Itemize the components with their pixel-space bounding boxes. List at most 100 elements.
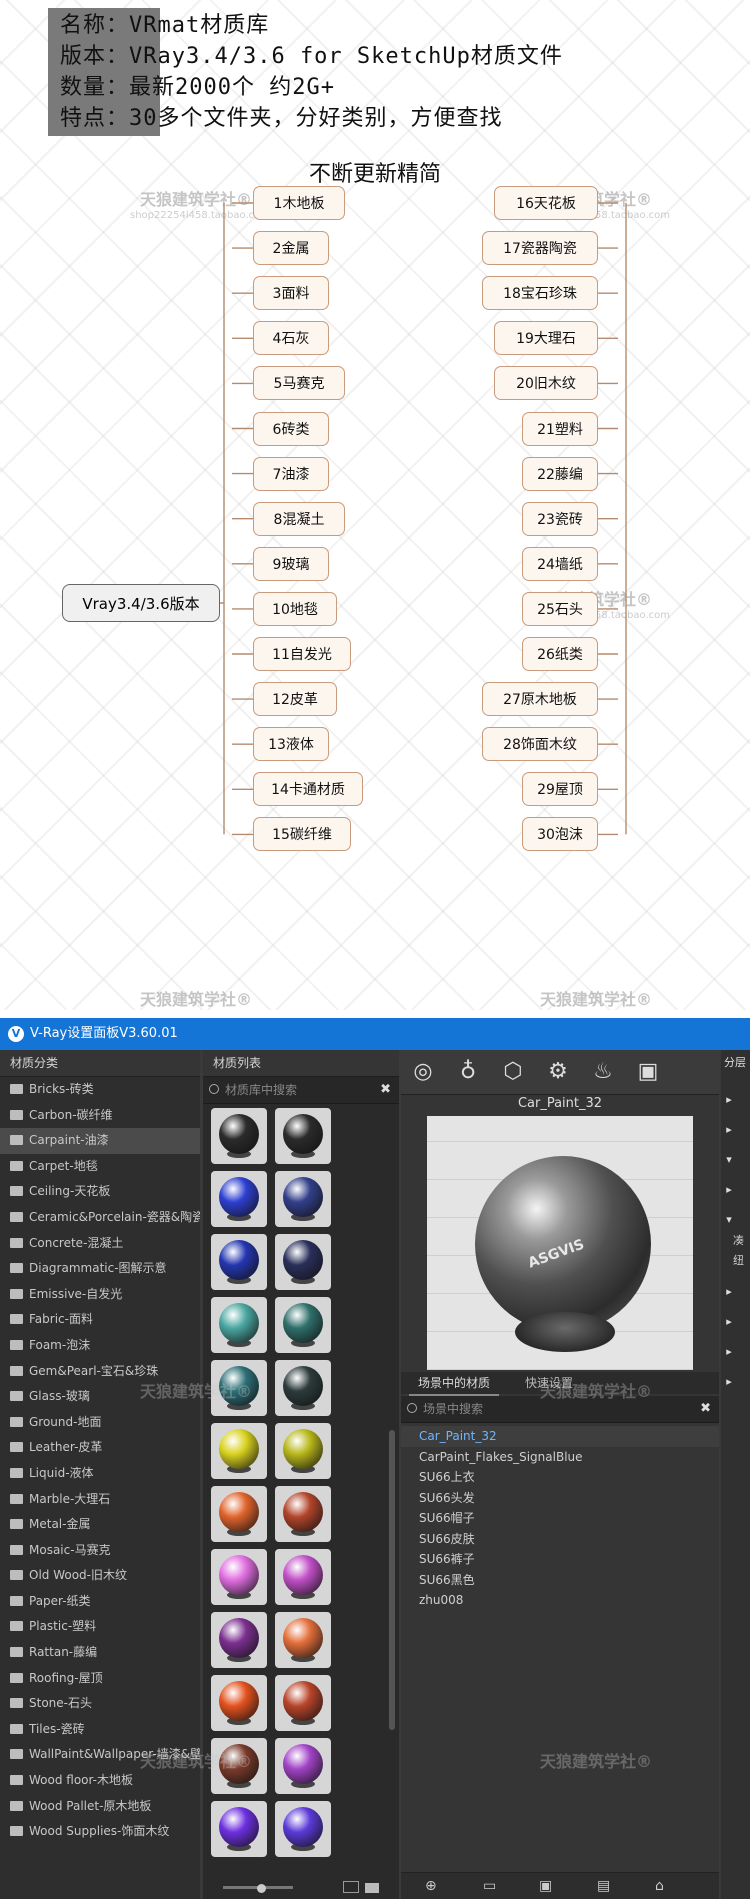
layer-header: 分层: [724, 1056, 746, 1069]
material-swatch[interactable]: [275, 1234, 331, 1290]
material-swatch[interactable]: [275, 1486, 331, 1542]
material-swatch[interactable]: [211, 1612, 267, 1668]
mindmap-node-left: 10地毯: [253, 591, 337, 626]
category-item[interactable]: Emissive-自发光: [0, 1282, 200, 1308]
list-view-icon[interactable]: [343, 1881, 359, 1893]
material-swatch[interactable]: [211, 1423, 267, 1479]
category-item[interactable]: Metal-金属: [0, 1512, 200, 1538]
category-item[interactable]: Foam-泡沫: [0, 1333, 200, 1359]
material-swatch[interactable]: [275, 1171, 331, 1227]
category-item[interactable]: Old Wood-旧木纹: [0, 1563, 200, 1589]
material-list-scrollbar[interactable]: [389, 1430, 395, 1730]
expand-arrow-icon[interactable]: ▸: [721, 1312, 737, 1332]
category-item[interactable]: Fabric-面料: [0, 1307, 200, 1333]
material-swatch[interactable]: [211, 1675, 267, 1731]
material-swatch[interactable]: [211, 1297, 267, 1353]
material-swatch[interactable]: [275, 1549, 331, 1605]
grid-view-icon[interactable]: [365, 1883, 379, 1893]
material-swatch[interactable]: [275, 1801, 331, 1857]
geometry-icon[interactable]: ⬡: [495, 1054, 531, 1090]
scene-material-item[interactable]: zhu008: [401, 1590, 719, 1611]
material-swatch[interactable]: [275, 1360, 331, 1416]
expand-arrow-icon[interactable]: ▸: [721, 1282, 737, 1302]
settings-icon[interactable]: ⚙: [540, 1054, 576, 1090]
expand-arrow-icon[interactable]: ▸: [721, 1342, 737, 1362]
scene-material-item[interactable]: Car_Paint_32: [401, 1426, 719, 1447]
category-label: Carpet-地毯: [29, 1158, 98, 1173]
expand-arrow-icon[interactable]: ▸: [721, 1180, 737, 1200]
open-folder-icon[interactable]: ▭: [483, 1878, 496, 1894]
material-swatch[interactable]: [211, 1549, 267, 1605]
category-item[interactable]: Roofing-屋顶: [0, 1666, 200, 1692]
expand-arrow-icon[interactable]: ▸: [721, 1372, 737, 1392]
expand-arrow-icon[interactable]: ▸: [721, 1090, 737, 1110]
render-window-icon[interactable]: ▣: [630, 1054, 666, 1090]
folder-icon: [10, 1288, 23, 1299]
save-icon[interactable]: ▣: [539, 1878, 552, 1894]
category-item[interactable]: Mosaic-马赛克: [0, 1538, 200, 1564]
mindmap-node-left: 2金属: [253, 231, 329, 266]
material-swatch[interactable]: [275, 1675, 331, 1731]
material-swatch[interactable]: [211, 1108, 267, 1164]
swatch-sphere: [283, 1807, 323, 1847]
category-item[interactable]: Leather-皮革: [0, 1435, 200, 1461]
category-item[interactable]: Wood Pallet-原木地板: [0, 1794, 200, 1820]
category-item[interactable]: Ceramic&Porcelain-瓷器&陶瓷: [0, 1205, 200, 1231]
clear-scene-search-icon[interactable]: ✖: [700, 1396, 711, 1422]
folder-icon: [10, 1749, 23, 1760]
mindmap: Vray3.4/3.6版本 1木地板 2金属 3面料 4石灰 5马赛克 6砖类 7油漆 8混凝…: [0, 0, 750, 1010]
material-swatch[interactable]: [275, 1612, 331, 1668]
category-item[interactable]: Ground-地面: [0, 1410, 200, 1436]
scene-material-item[interactable]: SU66上衣: [401, 1467, 719, 1488]
material-swatch[interactable]: [275, 1297, 331, 1353]
category-item[interactable]: Liquid-液体: [0, 1461, 200, 1487]
folder-icon: [10, 1314, 23, 1325]
expand-arrow-icon[interactable]: ▸: [721, 1120, 737, 1140]
add-material-icon[interactable]: ⊕: [425, 1878, 437, 1894]
scene-material-item[interactable]: SU66头发: [401, 1488, 719, 1509]
scene-material-item[interactable]: CarPaint_Flakes_SignalBlue: [401, 1447, 719, 1468]
folder-icon: [10, 1723, 23, 1734]
folder-icon: [10, 1365, 23, 1376]
scene-material-item[interactable]: SU66黑色: [401, 1570, 719, 1591]
scene-material-item[interactable]: SU66裤子: [401, 1549, 719, 1570]
sphere-icon[interactable]: ◎: [405, 1054, 441, 1090]
material-swatch[interactable]: [275, 1108, 331, 1164]
category-item[interactable]: Bricks-砖类: [0, 1077, 200, 1103]
delete-icon[interactable]: ▤: [597, 1878, 610, 1894]
material-swatch[interactable]: [211, 1801, 267, 1857]
category-item[interactable]: Tiles-瓷砖: [0, 1717, 200, 1743]
material-swatch[interactable]: [211, 1234, 267, 1290]
teapot-icon[interactable]: ♨: [585, 1054, 621, 1090]
collapse-arrow-icon[interactable]: ▾: [721, 1210, 737, 1230]
category-item[interactable]: Stone-石头: [0, 1691, 200, 1717]
collapse-arrow-icon[interactable]: ▾: [721, 1150, 737, 1170]
category-item[interactable]: Wood Supplies-饰面木纹: [0, 1819, 200, 1845]
category-item[interactable]: Carbon-碳纤维: [0, 1103, 200, 1129]
category-item[interactable]: Ceiling-天花板: [0, 1179, 200, 1205]
category-item[interactable]: Plastic-塑料: [0, 1614, 200, 1640]
material-search-input[interactable]: 材质库中搜索 ✖: [203, 1077, 399, 1104]
category-item[interactable]: Paper-纸类: [0, 1589, 200, 1615]
category-item[interactable]: Carpet-地毯: [0, 1154, 200, 1180]
watermark-brand: 天狼建筑学社®: [540, 1752, 653, 1771]
category-label: Leather-皮革: [29, 1440, 103, 1455]
tab-scene-materials[interactable]: 场景中的材质: [409, 1372, 499, 1396]
scene-material-item[interactable]: SU66帽子: [401, 1508, 719, 1529]
material-swatch[interactable]: [275, 1423, 331, 1479]
slider-handle[interactable]: [257, 1884, 266, 1893]
material-swatch[interactable]: [211, 1171, 267, 1227]
material-swatch[interactable]: [211, 1486, 267, 1542]
category-item[interactable]: Rattan-藤编: [0, 1640, 200, 1666]
mindmap-node-left: 8混凝土: [253, 501, 345, 536]
category-item[interactable]: Concrete-混凝土: [0, 1231, 200, 1257]
category-item[interactable]: Diagrammatic-图解示意: [0, 1256, 200, 1282]
light-icon[interactable]: ♁: [450, 1054, 486, 1090]
category-item[interactable]: Carpaint-油漆: [0, 1128, 200, 1154]
category-item[interactable]: Marble-大理石: [0, 1487, 200, 1513]
clear-search-icon[interactable]: ✖: [380, 1077, 391, 1103]
cleanup-icon[interactable]: ⌂: [655, 1878, 664, 1894]
scene-material-item[interactable]: SU66皮肤: [401, 1529, 719, 1550]
material-swatch[interactable]: [275, 1738, 331, 1794]
category-list: Bricks-砖类 Carbon-碳纤维 Carpaint-油漆 Carpet-地毯 C…: [0, 1077, 200, 1845]
